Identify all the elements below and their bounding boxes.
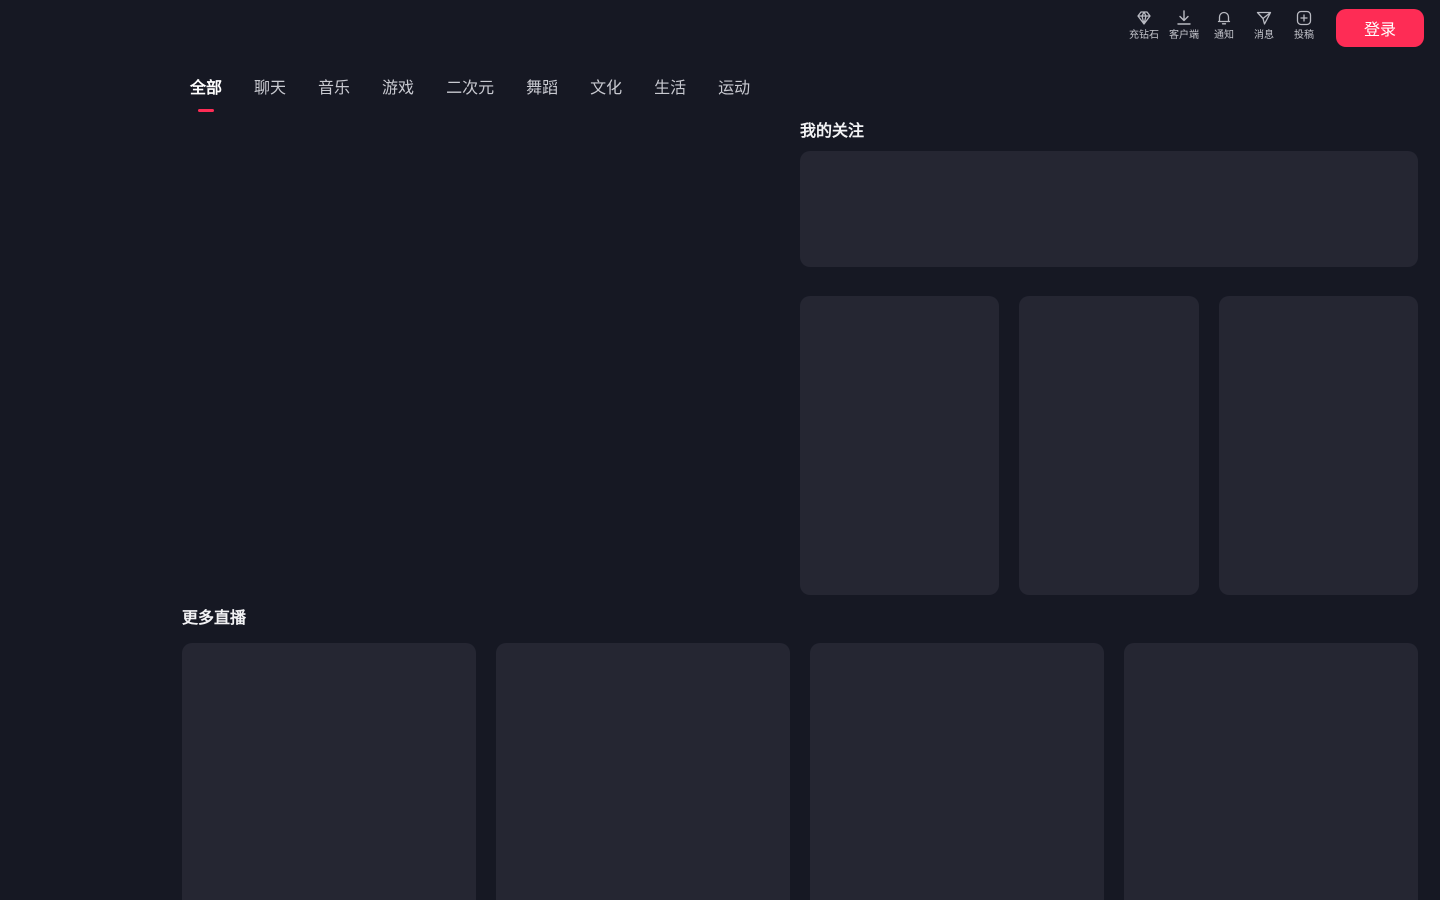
tab-sports[interactable]: 运动: [702, 72, 766, 100]
messages-button[interactable]: 消息: [1244, 9, 1284, 49]
recharge-diamond-button[interactable]: 充钻石: [1124, 9, 1164, 49]
download-icon: [1177, 10, 1191, 25]
tab-culture[interactable]: 文化: [574, 72, 638, 100]
send-icon: [1256, 11, 1272, 25]
diamond-icon: [1137, 11, 1151, 25]
following-card[interactable]: [800, 296, 999, 595]
tab-chat[interactable]: 聊天: [238, 72, 302, 100]
plus-square-icon: [1296, 10, 1312, 26]
tab-dance[interactable]: 舞蹈: [510, 72, 574, 100]
live-room-card[interactable]: [810, 643, 1104, 900]
category-tabs: 全部 聊天 音乐 游戏 二次元 舞蹈 文化 生活 运动: [174, 72, 766, 116]
notification-label: 通知: [1214, 30, 1234, 41]
messages-label: 消息: [1254, 30, 1274, 41]
tab-games[interactable]: 游戏: [366, 72, 430, 100]
following-card[interactable]: [1019, 296, 1199, 595]
tab-anime[interactable]: 二次元: [430, 72, 510, 100]
bell-icon: [1217, 11, 1231, 25]
live-room-card[interactable]: [182, 643, 476, 900]
client-download-button[interactable]: 客户端: [1164, 9, 1204, 49]
login-button[interactable]: 登录: [1336, 9, 1424, 47]
tab-all[interactable]: 全部: [174, 72, 238, 112]
following-title: 我的关注: [800, 121, 865, 140]
tab-music[interactable]: 音乐: [302, 72, 366, 100]
recharge-diamond-label: 充钻石: [1129, 30, 1159, 41]
notification-button[interactable]: 通知: [1204, 9, 1244, 49]
tab-life[interactable]: 生活: [638, 72, 702, 100]
live-room-card[interactable]: [1124, 643, 1418, 900]
upload-label: 投稿: [1294, 30, 1314, 41]
following-card-wide[interactable]: [800, 151, 1418, 267]
following-card[interactable]: [1219, 296, 1418, 595]
more-live-title: 更多直播: [182, 608, 247, 627]
live-room-card[interactable]: [496, 643, 790, 900]
client-download-label: 客户端: [1169, 30, 1199, 41]
upload-button[interactable]: 投稿: [1284, 9, 1324, 49]
top-bar: 充钻石 客户端 通知 消息 投稿 登录: [0, 0, 1440, 56]
